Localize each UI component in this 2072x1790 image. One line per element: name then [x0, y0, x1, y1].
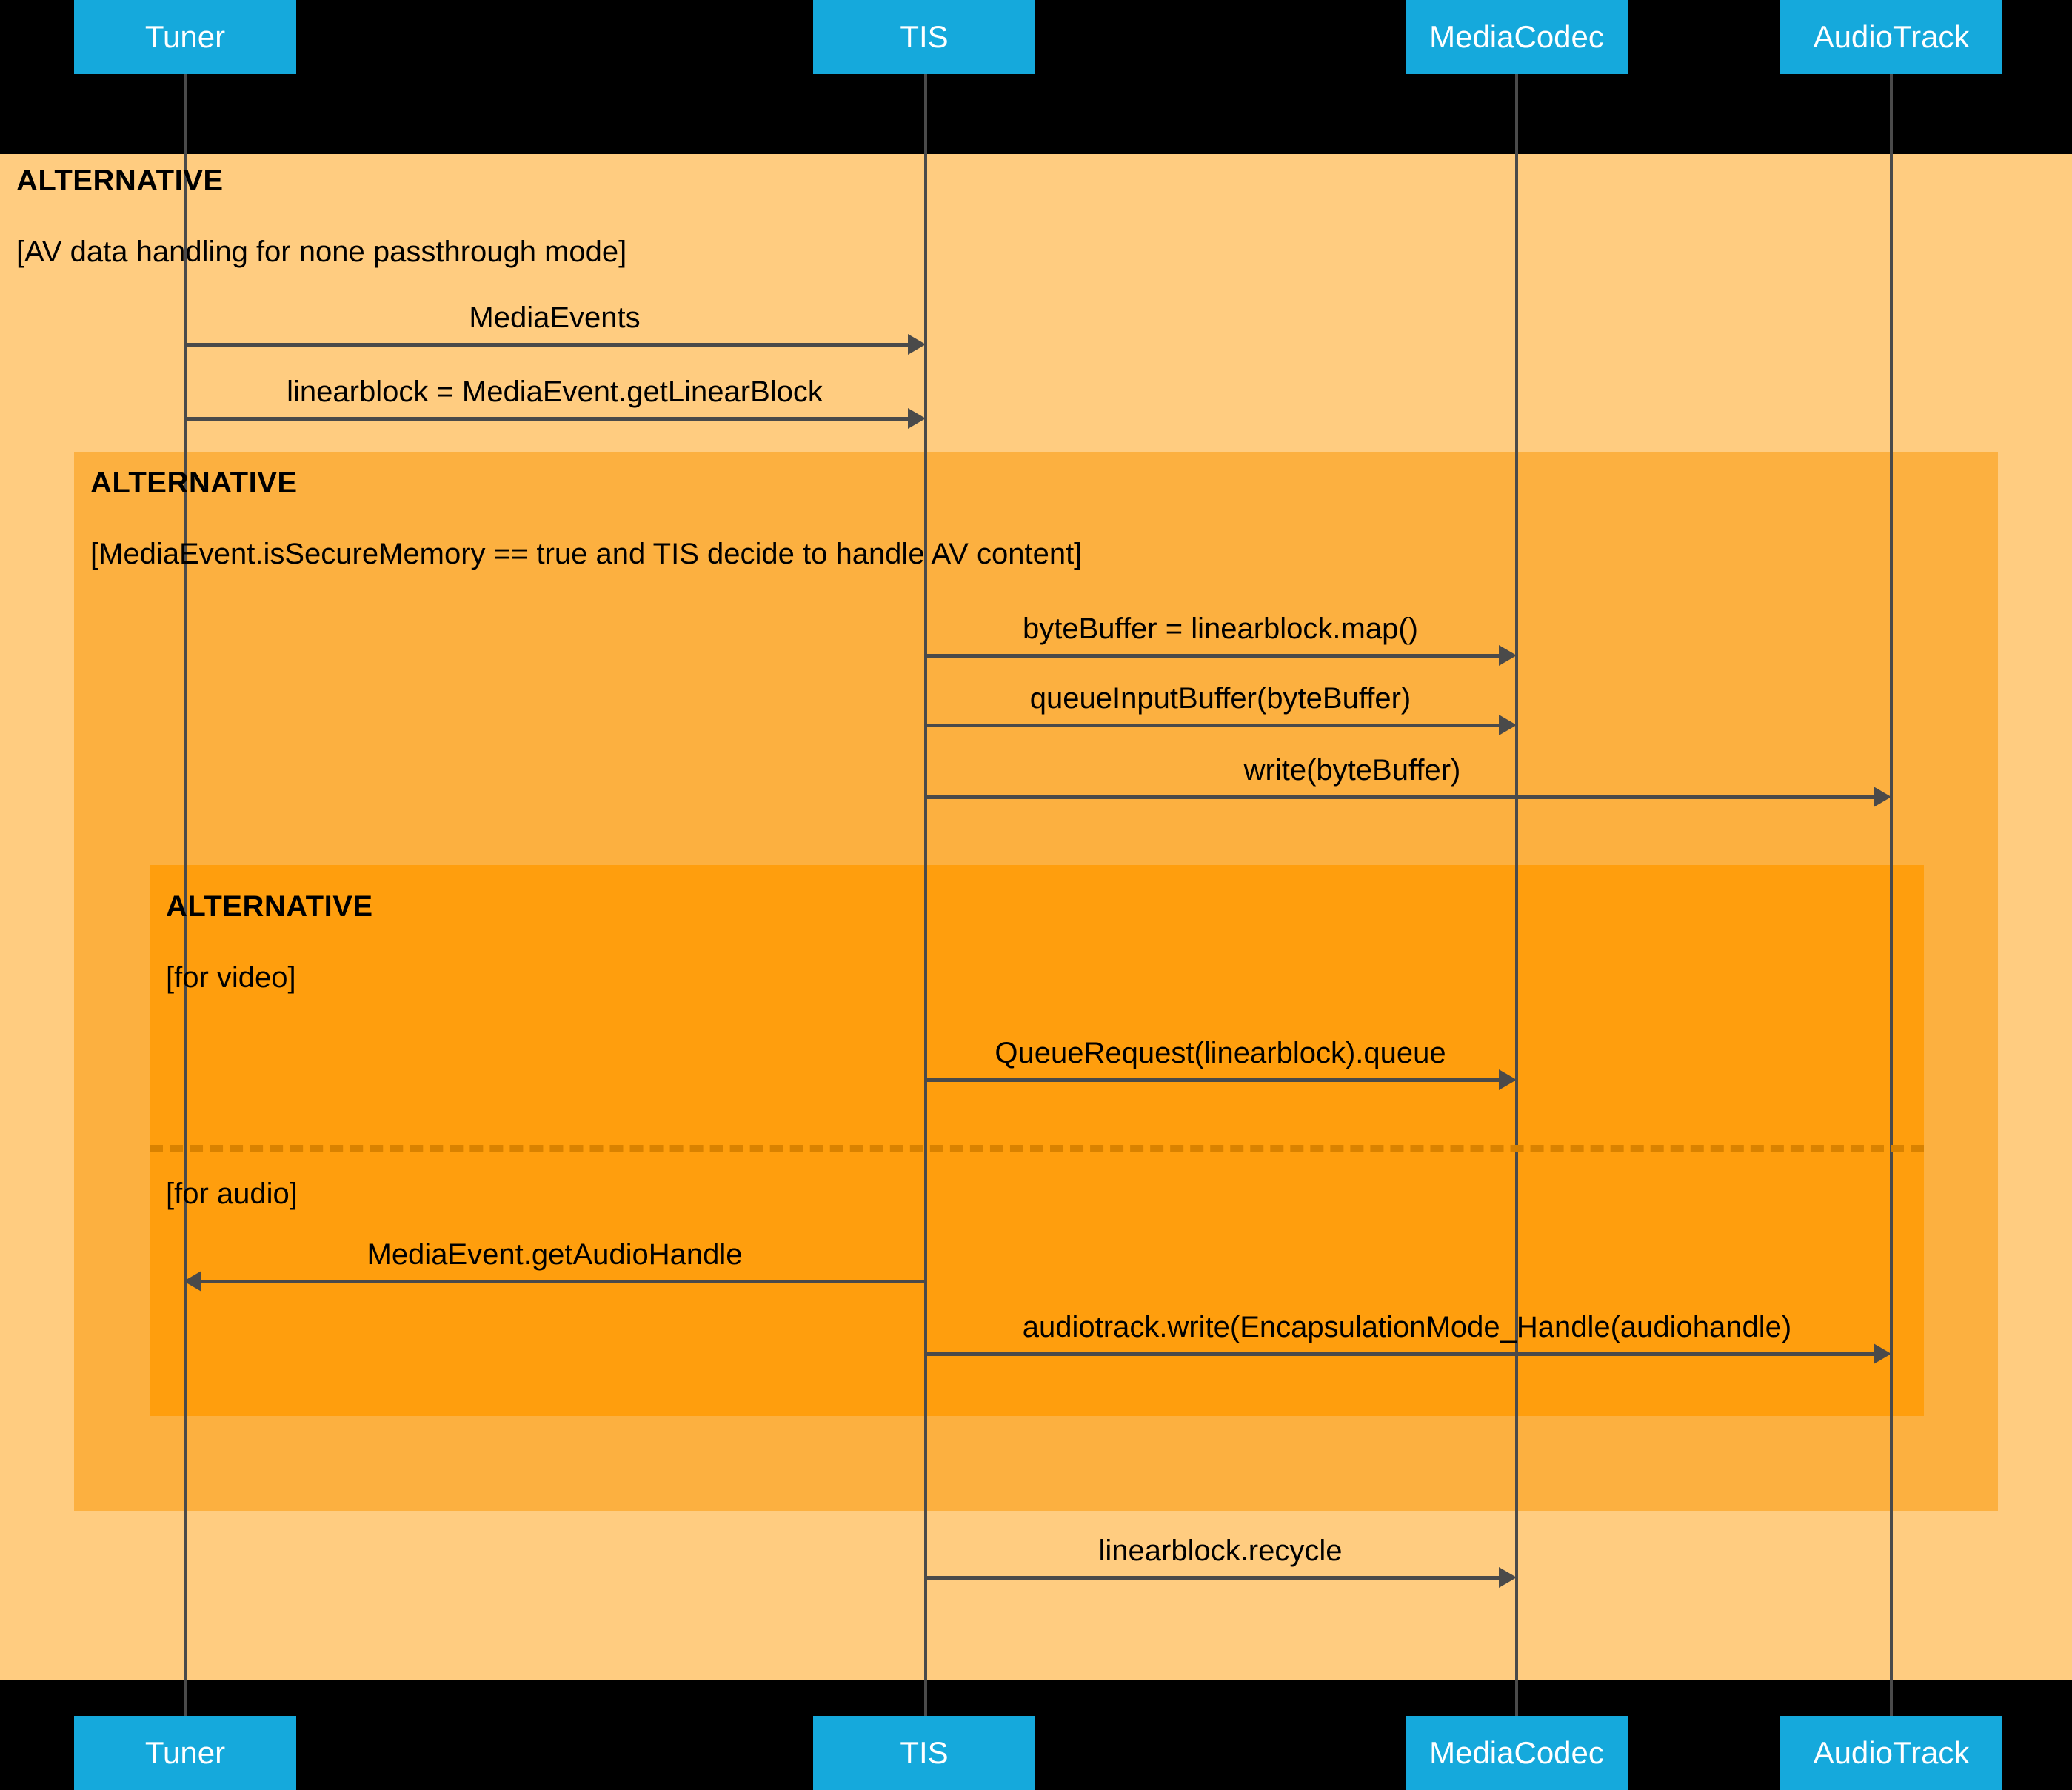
message-line-linearblock-recycle: [926, 1576, 1502, 1580]
message-label-getaudiohandle: MediaEvent.getAudioHandle: [367, 1238, 743, 1271]
participant-label: Tuner: [144, 1735, 226, 1770]
message-label-linearblock-map: byteBuffer = linearblock.map(): [1023, 612, 1418, 645]
message-line-queuerequest: [926, 1078, 1502, 1082]
participant-mediacodec-bottom[interactable]: MediaCodec: [1406, 1716, 1628, 1790]
participant-audiotrack-top[interactable]: AudioTrack: [1780, 0, 2002, 74]
lifeline-tis: [924, 74, 927, 1716]
message-label-queuerequest: QueueRequest(linearblock).queue: [995, 1037, 1446, 1069]
message-line-audiotrack-write: [926, 1352, 1877, 1356]
message-arrowhead-getlinearblock: [908, 408, 926, 429]
alt-frame-outer-guard: [AV data handling for none passthrough m…: [16, 236, 627, 268]
message-arrowhead-mediaevents: [908, 334, 926, 355]
message-line-linearblock-map: [926, 654, 1502, 658]
lifeline-mediacodec: [1515, 74, 1518, 1716]
participant-label: TIS: [900, 1735, 949, 1770]
message-arrowhead-write-bytebuffer: [1874, 787, 1891, 807]
alt-frame-inner-guard-video: [for video]: [166, 961, 296, 994]
participant-label: MediaCodec: [1429, 19, 1604, 54]
lifeline-audiotrack: [1890, 74, 1893, 1716]
message-arrowhead-queuerequest: [1499, 1069, 1517, 1090]
message-line-write-bytebuffer: [926, 795, 1877, 799]
message-label-linearblock-recycle: linearblock.recycle: [1098, 1534, 1343, 1567]
message-line-getaudiohandle: [200, 1280, 926, 1283]
participant-label: AudioTrack: [1813, 19, 1970, 54]
message-line-mediaevents: [185, 343, 911, 347]
alt-frame-inner-divider: [150, 1145, 1924, 1152]
message-line-getlinearblock: [185, 417, 911, 421]
message-arrowhead-queueinputbuffer: [1499, 715, 1517, 735]
message-label-queueinputbuffer: queueInputBuffer(byteBuffer): [1029, 682, 1411, 715]
alt-frame-middle-guard: [MediaEvent.isSecureMemory == true and T…: [90, 538, 1083, 570]
participant-label: AudioTrack: [1813, 1735, 1970, 1770]
message-arrowhead-getaudiohandle: [184, 1271, 201, 1292]
sequence-diagram-canvas: Tuner TIS MediaCodec AudioTrack ALTERNAT…: [0, 0, 2072, 1790]
message-label-mediaevents: MediaEvents: [469, 301, 641, 334]
participant-mediacodec-top[interactable]: MediaCodec: [1406, 0, 1628, 74]
participant-audiotrack-bottom[interactable]: AudioTrack: [1780, 1716, 2002, 1790]
participant-tis-bottom[interactable]: TIS: [813, 1716, 1035, 1790]
message-label-audiotrack-write: audiotrack.write(EncapsulationMode_Handl…: [1022, 1311, 1792, 1343]
participant-label: TIS: [900, 19, 949, 54]
message-label-getlinearblock: linearblock = MediaEvent.getLinearBlock: [287, 375, 823, 408]
participant-label: Tuner: [144, 19, 226, 54]
participant-tis-top[interactable]: TIS: [813, 0, 1035, 74]
participant-label: MediaCodec: [1429, 1735, 1604, 1770]
participant-tuner-top[interactable]: Tuner: [74, 0, 296, 74]
alt-frame-outer-title: ALTERNATIVE: [16, 164, 224, 197]
alt-frame-inner-guard-audio: [for audio]: [166, 1178, 298, 1210]
message-arrowhead-linearblock-recycle: [1499, 1567, 1517, 1588]
message-line-queueinputbuffer: [926, 724, 1502, 727]
message-arrowhead-linearblock-map: [1499, 645, 1517, 666]
alt-frame-inner-title: ALTERNATIVE: [166, 890, 373, 923]
message-arrowhead-audiotrack-write: [1874, 1343, 1891, 1364]
participant-tuner-bottom[interactable]: Tuner: [74, 1716, 296, 1790]
message-label-write-bytebuffer: write(byteBuffer): [1243, 754, 1461, 787]
alt-frame-middle-title: ALTERNATIVE: [90, 467, 298, 499]
